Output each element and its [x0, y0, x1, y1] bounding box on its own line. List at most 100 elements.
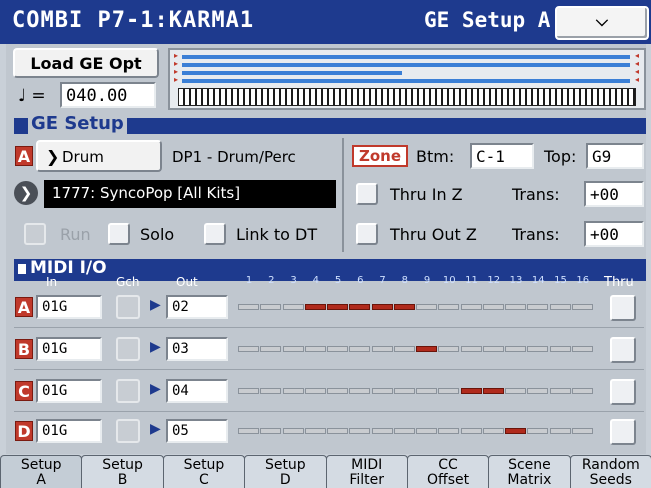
midi-in-field[interactable]: 01G [36, 337, 102, 361]
preset-select-icon[interactable]: ❯ [14, 181, 38, 205]
tab-label-line2: A [36, 472, 46, 488]
channel-segment [393, 346, 415, 352]
channel-segment [349, 428, 371, 434]
gch-checkbox[interactable] [116, 379, 140, 403]
channel-segment [260, 388, 282, 394]
channel-number: 1 [245, 275, 253, 286]
channel-segment [371, 428, 393, 434]
channel-number: 6 [357, 275, 364, 286]
ge-name: DP1 - Drum/Perc [172, 148, 296, 166]
channel-segment [482, 428, 504, 434]
channel-segment [527, 388, 549, 394]
channel-segment [549, 428, 571, 434]
midi-out-field[interactable]: 03 [166, 337, 228, 361]
channel-segment [438, 346, 460, 352]
tab-setup-d[interactable]: Setup D [244, 455, 327, 488]
channel-segment [482, 304, 504, 310]
trans-out-field[interactable]: +00 [584, 221, 644, 247]
channel-segment [571, 428, 593, 434]
zone-bar-4 [182, 79, 630, 83]
thru-checkbox[interactable] [610, 337, 636, 363]
tab-label-line2: Offset [427, 472, 470, 488]
channel-segment [371, 388, 393, 394]
load-ge-option-button[interactable]: Load GE Opt [13, 48, 159, 78]
midi-in-field[interactable]: 01G [36, 295, 102, 319]
tab-cc-offset[interactable]: CC Offset [406, 455, 490, 488]
zone-button[interactable]: Zone [352, 145, 408, 167]
channel-number: 16 [576, 275, 590, 286]
top-label: Top: [544, 147, 577, 166]
row-letter: A [15, 297, 33, 317]
tab-label-line2: Seeds [589, 472, 632, 488]
row-divider [14, 369, 644, 370]
channel-number: 7 [379, 275, 386, 286]
tab-scene-matrix[interactable]: Scene Matrix [488, 455, 571, 488]
channel-segment [438, 304, 460, 310]
page-menu-button[interactable]: ⌵ [555, 6, 649, 40]
thru-checkbox[interactable] [610, 419, 636, 445]
channel-segment [304, 428, 326, 434]
tempo-field[interactable]: 040.00 [60, 82, 156, 108]
gch-checkbox[interactable] [116, 295, 140, 319]
tab-setup-c[interactable]: Setup C [162, 455, 246, 488]
tempo-label: ♩ = [18, 86, 46, 106]
channel-number-header: 1 2 3 4 5 6 7 8 9 10 11 12 13 14 15 16 [238, 275, 594, 289]
tab-label-line1: Setup [102, 457, 143, 473]
midi-in-field[interactable]: 01G [36, 379, 102, 403]
tab-label-line1: Scene [508, 457, 551, 473]
tab-setup-a[interactable]: Setup A [0, 455, 83, 488]
channel-segment-active [304, 304, 326, 310]
channel-number: 14 [531, 275, 545, 286]
gch-checkbox[interactable] [116, 419, 140, 443]
midi-out-field[interactable]: 02 [166, 295, 228, 319]
midi-in-field[interactable]: 01G [36, 419, 102, 443]
zone-bar-3 [182, 71, 402, 75]
channel-segment [282, 428, 304, 434]
keyboard-icon [178, 88, 636, 106]
tab-random-seeds[interactable]: Random Seeds [569, 455, 651, 488]
route-arrow-icon: ▶ [150, 297, 161, 313]
channel-bar [238, 304, 594, 310]
channel-number: 3 [290, 275, 297, 286]
channel-segment [327, 388, 348, 394]
thru-in-zone-label: Thru In Z [390, 185, 463, 204]
channel-segment-active [460, 388, 482, 394]
channel-segment [460, 428, 482, 434]
channel-segment [527, 346, 549, 352]
channel-segment [438, 388, 460, 394]
gch-checkbox[interactable] [116, 337, 140, 361]
thru-in-zone-checkbox[interactable] [356, 183, 378, 205]
channel-segment [549, 346, 571, 352]
midi-out-field[interactable]: 04 [166, 379, 228, 403]
col-gch-label: Gch [116, 275, 140, 289]
tab-label-line1: Setup [20, 457, 62, 473]
thru-out-zone-checkbox[interactable] [356, 223, 378, 245]
ge-category-button[interactable]: ❯ Drum [36, 140, 162, 172]
channel-segment-active [371, 304, 393, 310]
channel-segment-active [327, 304, 348, 310]
top-field[interactable]: G9 [586, 143, 644, 169]
channel-segment [505, 388, 526, 394]
channel-segment [260, 428, 282, 434]
btm-field[interactable]: C-1 [470, 143, 534, 169]
midi-out-field[interactable]: 05 [166, 419, 228, 443]
thru-checkbox[interactable] [610, 295, 636, 321]
thru-out-zone-label: Thru Out Z [390, 225, 477, 244]
link-to-dt-checkbox[interactable] [204, 223, 226, 245]
run-checkbox[interactable] [24, 223, 46, 245]
preset-field[interactable]: 1777: SyncoPop [All Kits] [44, 180, 336, 208]
keyboard-zone-display: ▸ ▸ ▸ ▸ ◂ ◂ ◂ ◂ [168, 48, 646, 110]
thru-checkbox[interactable] [610, 379, 636, 405]
tab-midi-filter[interactable]: MIDI Filter [325, 455, 408, 488]
channel-segment [260, 346, 282, 352]
tab-label-line1: Setup [264, 457, 306, 473]
channel-bar [238, 428, 594, 434]
solo-checkbox[interactable] [108, 223, 130, 245]
channel-number: 10 [442, 275, 456, 286]
channel-segment [282, 346, 304, 352]
row-letter: D [15, 421, 33, 441]
tab-setup-b[interactable]: Setup B [81, 455, 164, 488]
trans-in-field[interactable]: +00 [584, 181, 644, 207]
col-thru-label: Thru [604, 275, 634, 290]
channel-number: 8 [401, 275, 408, 286]
